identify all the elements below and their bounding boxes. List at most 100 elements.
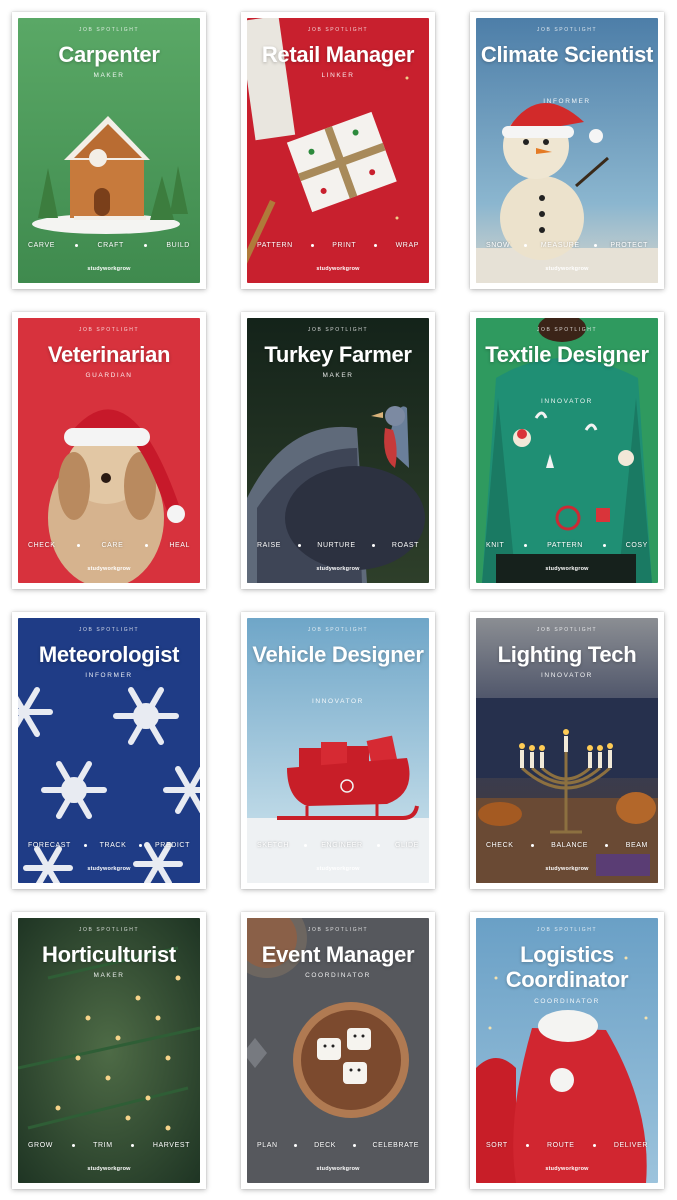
bullet-icon bbox=[144, 544, 148, 547]
verb: GROW bbox=[28, 1142, 53, 1149]
job-verbs: CARVE CRAFT BUILD bbox=[28, 242, 190, 249]
job-role: INNOVATOR bbox=[312, 698, 364, 705]
verb: CRAFT bbox=[97, 242, 124, 249]
job-spotlight-label: JOB SPOTLIGHT bbox=[78, 27, 140, 33]
job-spotlight-label: JOB SPOTLIGHT bbox=[307, 27, 369, 33]
poster-card-logistics-coordinator[interactable]: JOB SPOTLIGHT Logistics Coordinator COOR… bbox=[470, 912, 664, 1189]
bullet-icon bbox=[605, 844, 609, 847]
verb: WRAP bbox=[395, 242, 419, 249]
verb: PRINT bbox=[332, 242, 357, 249]
poster: JOB SPOTLIGHT Retail Manager LINKER PATT… bbox=[247, 18, 429, 283]
brand-logo: studyworkgrow bbox=[316, 566, 360, 572]
bullet-icon bbox=[71, 1144, 75, 1147]
bullet-icon bbox=[374, 244, 378, 247]
job-verbs: KNIT PATTERN COSY bbox=[486, 542, 648, 549]
job-verbs: GROW TRIM HARVEST bbox=[28, 1142, 190, 1149]
poster: JOB SPOTLIGHT Lighting Tech INNOVATOR CH… bbox=[476, 618, 658, 883]
verb: PROTECT bbox=[610, 242, 648, 249]
poster: JOB SPOTLIGHT Climate Scientist INFORMER… bbox=[476, 18, 658, 283]
brand-logo: studyworkgrow bbox=[545, 866, 589, 872]
poster: JOB SPOTLIGHT Meteorologist INFORMER FOR… bbox=[18, 618, 200, 883]
brand-logo: studyworkgrow bbox=[545, 266, 589, 272]
verb: BUILD bbox=[166, 242, 190, 249]
job-verbs: CHECK CARE HEAL bbox=[28, 542, 190, 549]
verb: DECK bbox=[314, 1142, 337, 1149]
job-role: INNOVATOR bbox=[541, 398, 593, 405]
poster-card-meteorologist[interactable]: JOB SPOTLIGHT Meteorologist INFORMER FOR… bbox=[12, 612, 206, 889]
verb: SORT bbox=[486, 1142, 508, 1149]
job-verbs: SNOW MEASURE PROTECT bbox=[486, 242, 648, 249]
bullet-icon bbox=[77, 544, 80, 547]
job-verbs: PLAN DECK CELEBRATE bbox=[257, 1142, 419, 1149]
bullet-icon bbox=[311, 244, 315, 247]
poster-card-textile-designer[interactable]: JOB SPOTLIGHT Textile Designer INNOVATOR… bbox=[470, 312, 664, 589]
poster: JOB SPOTLIGHT Turkey Farmer MAKER RAISE … bbox=[247, 318, 429, 583]
job-role: LINKER bbox=[321, 72, 355, 79]
verb: CHECK bbox=[486, 842, 514, 849]
job-verbs: PATTERN PRINT WRAP bbox=[257, 242, 419, 249]
poster: JOB SPOTLIGHT Logistics Coordinator COOR… bbox=[476, 918, 658, 1183]
bullet-icon bbox=[372, 544, 376, 547]
job-spotlight-label: JOB SPOTLIGHT bbox=[78, 627, 140, 633]
brand-logo: studyworkgrow bbox=[545, 566, 589, 572]
bullet-icon bbox=[530, 844, 534, 847]
bullet-icon bbox=[139, 844, 143, 847]
job-title: Veterinarian bbox=[47, 342, 171, 367]
job-role: MAKER bbox=[322, 372, 354, 379]
poster-card-vehicle-designer[interactable]: JOB SPOTLIGHT Vehicle Designer INNOVATOR… bbox=[241, 612, 435, 889]
poster-card-veterinarian[interactable]: JOB SPOTLIGHT Veterinarian GUARDIAN CHEC… bbox=[12, 312, 206, 589]
job-spotlight-label: JOB SPOTLIGHT bbox=[78, 327, 140, 333]
bullet-icon bbox=[297, 544, 301, 547]
verb: NURTURE bbox=[317, 542, 356, 549]
poster: JOB SPOTLIGHT Veterinarian GUARDIAN CHEC… bbox=[18, 318, 200, 583]
verb: PATTERN bbox=[547, 542, 583, 549]
brand-logo: studyworkgrow bbox=[87, 866, 131, 872]
job-role: MAKER bbox=[93, 72, 125, 79]
verb: CARE bbox=[101, 542, 124, 549]
job-title: Horticulturist bbox=[42, 942, 176, 967]
poster-grid: JOB SPOTLIGHT Carpenter MAKER CARVE CRAF… bbox=[0, 0, 677, 1200]
verb: TRACK bbox=[99, 842, 127, 849]
job-spotlight-label: JOB SPOTLIGHT bbox=[307, 927, 369, 933]
verb: MEASURE bbox=[540, 242, 580, 249]
poster-card-carpenter[interactable]: JOB SPOTLIGHT Carpenter MAKER CARVE CRAF… bbox=[12, 12, 206, 289]
bullet-icon bbox=[593, 244, 597, 247]
verb: PATTERN bbox=[257, 242, 293, 249]
job-role: INNOVATOR bbox=[541, 672, 593, 679]
verb: ENGINEER bbox=[321, 842, 363, 849]
verb: BEAM bbox=[625, 842, 648, 849]
verb: PREDICT bbox=[155, 842, 190, 849]
verb: SNOW bbox=[486, 242, 511, 249]
verb: BALANCE bbox=[551, 842, 589, 849]
brand-logo: studyworkgrow bbox=[87, 566, 131, 572]
brand-logo: studyworkgrow bbox=[87, 266, 131, 272]
poster-card-turkey-farmer[interactable]: JOB SPOTLIGHT Turkey Farmer MAKER RAISE … bbox=[241, 312, 435, 589]
job-verbs: SKETCH ENGINEER GLIDE bbox=[257, 842, 419, 849]
job-verbs: RAISE NURTURE ROAST bbox=[257, 542, 419, 549]
poster: JOB SPOTLIGHT Event Manager COORDINATOR … bbox=[247, 918, 429, 1183]
bullet-icon bbox=[74, 244, 78, 247]
poster-card-climate-scientist[interactable]: JOB SPOTLIGHT Climate Scientist INFORMER… bbox=[470, 12, 664, 289]
poster-card-lighting-tech[interactable]: JOB SPOTLIGHT Lighting Tech INNOVATOR CH… bbox=[470, 612, 664, 889]
bullet-icon bbox=[83, 844, 87, 847]
job-title: Textile Designer bbox=[485, 342, 649, 367]
bullet-icon bbox=[131, 1144, 135, 1147]
job-verbs: FORECAST TRACK PREDICT bbox=[28, 842, 190, 849]
bullet-icon bbox=[524, 244, 528, 247]
poster-card-retail-manager[interactable]: JOB SPOTLIGHT Retail Manager LINKER PATT… bbox=[241, 12, 435, 289]
poster-card-event-manager[interactable]: JOB SPOTLIGHT Event Manager COORDINATOR … bbox=[241, 912, 435, 1189]
bullet-icon bbox=[524, 544, 528, 547]
job-spotlight-label: JOB SPOTLIGHT bbox=[536, 327, 598, 333]
job-role: MAKER bbox=[93, 972, 125, 979]
verb: COSY bbox=[625, 542, 648, 549]
bullet-icon bbox=[294, 1144, 298, 1147]
job-role: COORDINATOR bbox=[534, 998, 600, 1005]
verb: CELEBRATE bbox=[372, 1142, 419, 1149]
bullet-icon bbox=[303, 844, 307, 847]
job-title: Retail Manager bbox=[261, 42, 415, 67]
job-role: INFORMER bbox=[85, 672, 133, 679]
verb: HEAL bbox=[169, 542, 190, 549]
poster-card-horticulturist[interactable]: JOB SPOTLIGHT Horticulturist MAKER GROW … bbox=[12, 912, 206, 1189]
verb: ROUTE bbox=[547, 1142, 575, 1149]
verb: GLIDE bbox=[394, 842, 419, 849]
